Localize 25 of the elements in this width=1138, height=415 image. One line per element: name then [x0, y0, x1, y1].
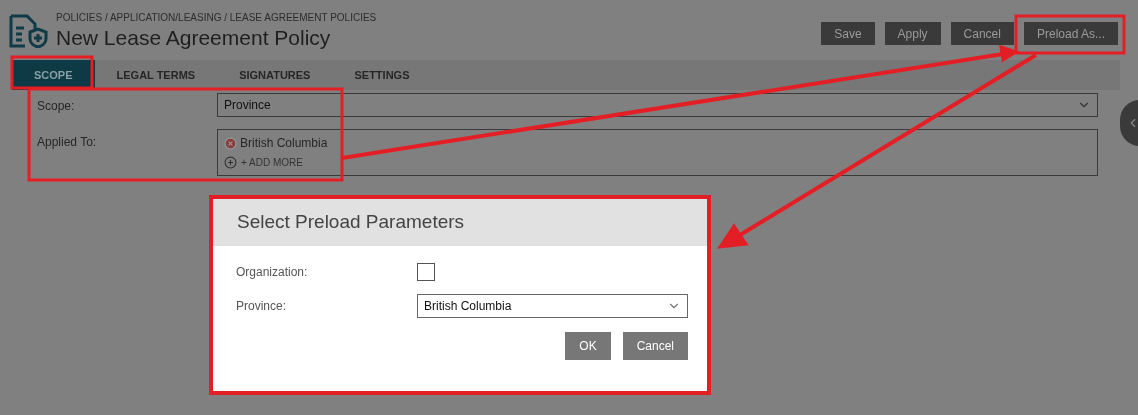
dialog-button[interactable]: Cancel: [622, 332, 688, 360]
page-title: New Lease Agreement Policy: [56, 25, 332, 51]
field-label: Scope:: [37, 98, 76, 115]
action-button[interactable]: Preload As...: [1023, 22, 1118, 45]
applied-to-field[interactable]: British Columbia + ADD MORE: [217, 129, 1098, 176]
scope-select[interactable]: Province: [217, 93, 1098, 117]
action-button[interactable]: Save: [821, 22, 875, 45]
dialog-title: Select Preload Parameters: [237, 209, 465, 234]
field-label: Province:: [236, 298, 288, 315]
region-dropdown[interactable]: British Columbia: [417, 294, 688, 318]
tab[interactable]: SIGNATURES: [217, 60, 333, 90]
field-label: Organization:: [236, 264, 309, 281]
action-button[interactable]: Cancel: [950, 22, 1014, 45]
tab[interactable]: LEGAL TERMS: [94, 60, 218, 90]
dialog-button[interactable]: OK: [565, 332, 611, 360]
add-more-link[interactable]: + ADD MORE: [241, 155, 303, 170]
field-label: Applied To:: [37, 134, 98, 151]
document-shield-icon: [8, 13, 48, 48]
checkbox[interactable]: [417, 263, 435, 281]
breadcrumb: POLICIES / APPLICATION/LEASING / LEASE AGREEMENT POLICIES: [56, 11, 377, 25]
remove-icon[interactable]: [224, 136, 237, 150]
applied-tag: British Columbia: [240, 134, 328, 152]
tab[interactable]: SETTINGS: [332, 60, 432, 90]
action-button[interactable]: Apply: [884, 22, 941, 45]
add-icon: [224, 156, 237, 169]
